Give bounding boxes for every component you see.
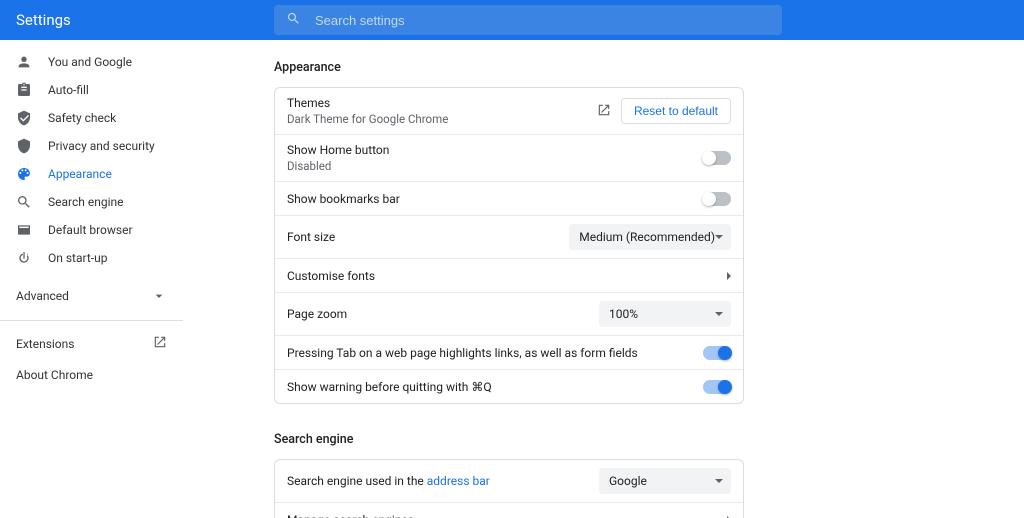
open-in-new-icon[interactable] (597, 103, 611, 120)
sidebar-item-default-browser[interactable]: Default browser (0, 216, 183, 244)
themes-label: Themes (287, 96, 448, 110)
search-icon (286, 11, 301, 30)
row-page-zoom: Page zoom 100% (275, 292, 743, 335)
palette-icon (16, 166, 32, 182)
row-bookmarks-bar: Show bookmarks bar (275, 181, 743, 215)
row-themes[interactable]: Themes Dark Theme for Google Chrome Rese… (275, 88, 743, 134)
search-settings-input[interactable] (315, 13, 770, 28)
sidebar-item-safety-check[interactable]: Safety check (0, 104, 183, 132)
top-bar: Settings (0, 0, 1024, 40)
sidebar-item-label: You and Google (48, 55, 132, 69)
themes-sub: Dark Theme for Google Chrome (287, 112, 448, 126)
sidebar-item-label: Privacy and security (48, 139, 155, 153)
sidebar-advanced-label: Advanced (16, 289, 69, 303)
font-size-select[interactable]: Medium (Recommended) (569, 224, 731, 250)
shield-icon (16, 138, 32, 154)
sidebar-item-label: Default browser (48, 223, 133, 237)
font-size-label: Font size (287, 230, 335, 244)
sidebar-item-you-and-google[interactable]: You and Google (0, 48, 183, 76)
section-title-appearance: Appearance (274, 60, 744, 87)
shield-check-icon (16, 110, 32, 126)
open-in-new-icon (153, 335, 167, 352)
sidebar-about-label: About Chrome (16, 368, 93, 382)
sidebar-about-chrome[interactable]: About Chrome (0, 360, 183, 390)
sidebar-item-label: On start-up (48, 251, 107, 265)
sidebar-extensions-label: Extensions (16, 337, 74, 351)
page-zoom-value: 100% (609, 307, 638, 321)
sidebar-item-label: Search engine (48, 195, 123, 209)
chevron-right-icon (727, 272, 731, 280)
row-customise-fonts[interactable]: Customise fonts (275, 258, 743, 292)
quit-warning-toggle[interactable] (703, 380, 731, 394)
sidebar-item-label: Safety check (48, 111, 116, 125)
page-title: Settings (16, 11, 274, 29)
dropdown-icon (715, 235, 723, 239)
browser-icon (16, 222, 32, 238)
row-manage-search-engines[interactable]: Manage search engines (275, 502, 743, 518)
sidebar-item-privacy-and-security[interactable]: Privacy and security (0, 132, 183, 160)
clipboard-icon (16, 82, 32, 98)
search-settings-box[interactable] (274, 5, 782, 35)
main-content: Appearance Themes Dark Theme for Google … (184, 40, 1024, 518)
reset-to-default-button[interactable]: Reset to default (621, 98, 731, 124)
section-title-search-engine: Search engine (274, 432, 744, 459)
page-zoom-select[interactable]: 100% (599, 301, 731, 327)
row-font-size: Font size Medium (Recommended) (275, 215, 743, 258)
quit-warning-label: Show warning before quitting with ⌘Q (287, 380, 492, 394)
sidebar-extensions[interactable]: Extensions (0, 327, 183, 360)
sidebar-item-label: Appearance (48, 167, 112, 181)
search-engine-value: Google (609, 474, 647, 488)
home-button-toggle[interactable] (703, 151, 731, 165)
row-tab-highlights: Pressing Tab on a web page highlights li… (275, 335, 743, 369)
sidebar-advanced[interactable]: Advanced (0, 278, 183, 314)
home-button-label: Show Home button (287, 143, 389, 157)
row-search-engine-used: Search engine used in the address bar Go… (275, 460, 743, 502)
search-engine-used-label: Search engine used in the address bar (287, 474, 490, 488)
appearance-card: Themes Dark Theme for Google Chrome Rese… (274, 87, 744, 404)
manage-search-engines-label: Manage search engines (287, 513, 414, 518)
sidebar-item-search-engine[interactable]: Search engine (0, 188, 183, 216)
home-button-sub: Disabled (287, 159, 389, 173)
sidebar-item-label: Auto-fill (48, 83, 89, 97)
sidebar-item-on-start-up[interactable]: On start-up (0, 244, 183, 272)
person-icon (16, 54, 32, 70)
search-engine-used-prefix: Search engine used in the (287, 474, 427, 488)
sidebar-item-auto-fill[interactable]: Auto-fill (0, 76, 183, 104)
dropdown-icon (715, 479, 723, 483)
sidebar-item-appearance[interactable]: Appearance (0, 160, 183, 188)
divider (0, 320, 183, 321)
sidebar: You and Google Auto-fill Safety check Pr… (0, 40, 184, 518)
bookmarks-bar-label: Show bookmarks bar (287, 192, 400, 206)
page-zoom-label: Page zoom (287, 307, 347, 321)
row-quit-warning: Show warning before quitting with ⌘Q (275, 369, 743, 403)
address-bar-link[interactable]: address bar (427, 474, 490, 488)
search-engine-card: Search engine used in the address bar Go… (274, 459, 744, 518)
search-icon (16, 194, 32, 210)
row-home-button: Show Home button Disabled (275, 134, 743, 181)
bookmarks-bar-toggle[interactable] (703, 192, 731, 206)
tab-highlights-toggle[interactable] (703, 346, 731, 360)
dropdown-icon (715, 312, 723, 316)
power-icon (16, 250, 32, 266)
tab-highlights-label: Pressing Tab on a web page highlights li… (287, 346, 638, 360)
search-engine-select[interactable]: Google (599, 468, 731, 494)
font-size-value: Medium (Recommended) (579, 230, 715, 244)
chevron-down-icon (151, 288, 167, 304)
customise-fonts-label: Customise fonts (287, 269, 375, 283)
